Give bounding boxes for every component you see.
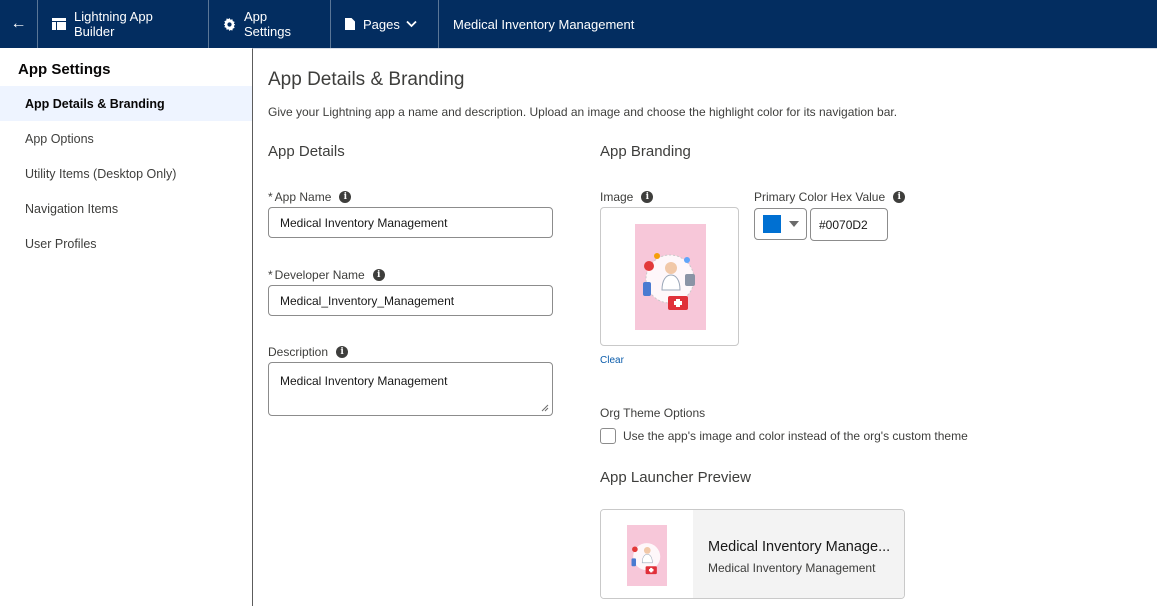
developer-name-label-text: Developer Name — [274, 268, 365, 282]
app-image-thumbnail — [635, 224, 706, 330]
description-label-text: Description — [268, 345, 329, 359]
image-upload-box[interactable] — [600, 207, 739, 346]
app-name-input[interactable]: Medical Inventory Management — [268, 207, 553, 238]
app-name-label: * App Name i — [268, 190, 352, 204]
description-textarea[interactable]: Medical Inventory Management — [268, 362, 553, 416]
app-launcher-preview-card: Medical Inventory Manage... Medical Inve… — [600, 509, 905, 599]
top-bar: ← Lightning App Builder App Settings Pag… — [0, 0, 1157, 48]
developer-name-label: * Developer Name i — [268, 268, 385, 282]
app-builder-icon — [52, 18, 66, 30]
sidebar-title: App Settings — [18, 61, 111, 78]
image-label-text: Image — [600, 190, 634, 204]
org-theme-label: Org Theme Options — [600, 406, 706, 420]
description-label: Description i — [268, 345, 349, 359]
page-description: Give your Lightning app a name and descr… — [268, 105, 898, 119]
sidebar-item-utility-items[interactable]: Utility Items (Desktop Only) — [0, 156, 252, 191]
pages-dropdown[interactable]: Pages — [331, 0, 439, 48]
caret-down-icon — [789, 221, 799, 227]
required-mark: * — [268, 268, 273, 282]
info-icon[interactable]: i — [372, 269, 385, 281]
app-title: Medical Inventory Management — [439, 0, 648, 48]
primary-color-label-text: Primary Color Hex Value — [754, 190, 886, 204]
info-icon[interactable]: i — [641, 191, 654, 203]
info-icon[interactable]: i — [893, 191, 906, 203]
app-settings-label: App Settings — [244, 9, 291, 39]
preview-app-description: Medical Inventory Management — [708, 561, 876, 575]
app-branding-heading: App Branding — [600, 143, 691, 160]
page-title: App Details & Branding — [268, 69, 465, 90]
info-icon[interactable]: i — [339, 191, 352, 203]
color-picker-button[interactable] — [754, 208, 807, 240]
app-launcher-preview-heading: App Launcher Preview — [600, 469, 751, 486]
back-arrow-icon: ← — [10, 15, 27, 32]
sidebar-item-app-options[interactable]: App Options — [0, 121, 252, 156]
sidebar-item-navigation-items[interactable]: Navigation Items — [0, 191, 252, 226]
preview-image-area — [601, 510, 693, 598]
hex-color-input[interactable]: #0070D2 — [810, 208, 888, 241]
sidebar-item-user-profiles[interactable]: User Profiles — [0, 226, 252, 261]
medical-illustration-icon — [631, 543, 661, 575]
app-settings-button[interactable]: App Settings — [209, 0, 331, 48]
description-value: Medical Inventory Management — [280, 374, 448, 388]
medical-illustration-icon — [643, 253, 695, 310]
color-swatch — [763, 215, 781, 233]
info-icon[interactable]: i — [336, 346, 349, 358]
lightning-app-builder-button[interactable]: Lightning App Builder — [38, 0, 209, 48]
pages-label: Pages — [363, 16, 400, 32]
resize-handle-icon[interactable] — [541, 404, 549, 412]
sidebar-item-app-details-branding[interactable]: App Details & Branding — [0, 86, 252, 121]
app-title-label: Medical Inventory Management — [453, 16, 635, 32]
required-mark: * — [268, 190, 273, 204]
app-details-heading: App Details — [268, 143, 345, 160]
org-theme-checkbox[interactable] — [600, 428, 616, 444]
chevron-down-icon — [406, 20, 417, 28]
primary-color-label: Primary Color Hex Value i — [754, 190, 906, 204]
preview-app-name: Medical Inventory Manage... — [708, 539, 891, 555]
preview-thumbnail — [627, 525, 667, 586]
preview-text-area: Medical Inventory Manage... Medical Inve… — [693, 510, 904, 598]
sidebar: App Settings App Details & Branding App … — [0, 48, 252, 606]
org-theme-checkbox-label[interactable]: Use the app's image and color instead of… — [623, 429, 968, 443]
back-button[interactable]: ← — [0, 0, 38, 48]
gear-icon — [223, 17, 236, 31]
clear-image-link[interactable]: Clear — [600, 355, 624, 366]
lightning-app-builder-label: Lightning App Builder — [74, 9, 153, 39]
developer-name-input[interactable]: Medical_Inventory_Management — [268, 285, 553, 316]
app-name-label-text: App Name — [274, 190, 332, 204]
image-label: Image i — [600, 190, 654, 204]
page-icon — [345, 18, 355, 30]
main-panel: App Details & Branding Give your Lightni… — [252, 48, 1157, 606]
